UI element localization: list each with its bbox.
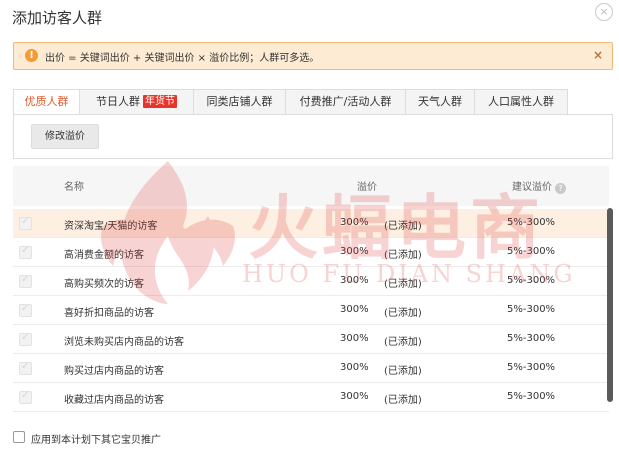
- column-header-name: 名称: [64, 182, 84, 193]
- table-row[interactable]: 喜好折扣商品的访客 300% (已添加) 5%-300%: [13, 296, 609, 325]
- added-status: (已添加): [384, 221, 422, 232]
- row-checkbox[interactable]: [19, 216, 32, 230]
- audience-name: 购买过店内商品的访客: [64, 366, 164, 377]
- added-status: (已添加): [384, 366, 422, 377]
- tab-label: 优质人群: [24, 95, 69, 108]
- tab-similar-shop-audience[interactable]: 同类店铺人群: [193, 89, 286, 115]
- column-header-suggest-label: 建议溢价: [512, 182, 552, 193]
- table-scrollbar[interactable]: [607, 208, 613, 402]
- premium-value: 300%: [340, 246, 369, 257]
- tab-holiday-audience[interactable]: 节日人群 年货节: [79, 89, 194, 115]
- suggested-premium: 5%-300%: [507, 362, 556, 373]
- audience-name: 浏览未购买店内商品的访客: [64, 337, 184, 348]
- help-icon[interactable]: ?: [555, 183, 566, 194]
- suggested-premium: 5%-300%: [507, 391, 556, 402]
- row-checkbox[interactable]: [19, 332, 32, 346]
- close-icon[interactable]: ×: [595, 3, 613, 21]
- table-row[interactable]: 购买过店内商品的访客 300% (已添加) 5%-300%: [13, 354, 609, 383]
- table-header: 名称 溢价 建议溢价?: [13, 166, 609, 206]
- audience-name: 高购买频次的访客: [64, 279, 144, 290]
- table-row[interactable]: 浏览未购买店内商品的访客 300% (已添加) 5%-300%: [13, 325, 609, 354]
- table-row[interactable]: 资深淘宝/天猫的访客 300% (已添加) 5%-300%: [13, 209, 609, 238]
- add-visitor-audience-dialog: 添加访客人群 × ! 出价 = 关键词出价 + 关键词出价 × 溢价比例；人群可…: [0, 0, 619, 466]
- premium-value: 300%: [340, 217, 369, 228]
- premium-value: 300%: [340, 304, 369, 315]
- tab-label: 付费推广/活动人群: [299, 95, 392, 108]
- tab-label: 同类店铺人群: [206, 95, 273, 108]
- tab-paid-promotion-audience[interactable]: 付费推广/活动人群: [285, 89, 406, 115]
- added-status: (已添加): [384, 250, 422, 261]
- suggested-premium: 5%-300%: [507, 304, 556, 315]
- tab-label: 人口属性人群: [488, 95, 554, 108]
- added-status: (已添加): [384, 308, 422, 319]
- dialog-title: 添加访客人群: [12, 9, 103, 27]
- tab-demographic-audience[interactable]: 人口属性人群: [474, 89, 568, 115]
- apply-checkbox[interactable]: [13, 431, 25, 443]
- added-status: (已添加): [384, 395, 422, 406]
- premium-value: 300%: [340, 362, 369, 373]
- added-status: (已添加): [384, 337, 422, 348]
- table-row[interactable]: 高消费金额的访客 300% (已添加) 5%-300%: [13, 238, 609, 267]
- row-checkbox[interactable]: [19, 245, 32, 259]
- column-header-suggest: 建议溢价?: [512, 178, 566, 194]
- audience-table: 名称 溢价 建议溢价? 资深淘宝/天猫的访客 300% (已添加) 5%-300…: [13, 166, 609, 416]
- premium-value: 300%: [340, 391, 369, 402]
- audience-name: 高消费金额的访客: [64, 250, 144, 261]
- table-body: 资深淘宝/天猫的访客 300% (已添加) 5%-300% 高消费金额的访客 3…: [13, 209, 609, 412]
- column-header-premium: 溢价: [357, 182, 377, 193]
- tab-quality-audience[interactable]: 优质人群: [13, 89, 80, 116]
- row-checkbox[interactable]: [19, 274, 32, 288]
- modify-premium-button[interactable]: 修改溢价: [31, 124, 99, 149]
- warning-icon: !: [25, 49, 38, 62]
- table-row[interactable]: 高购买频次的访客 300% (已添加) 5%-300%: [13, 267, 609, 296]
- tab-label: 节日人群: [96, 95, 140, 108]
- row-checkbox[interactable]: [19, 390, 32, 404]
- notice-banner: ! 出价 = 关键词出价 + 关键词出价 × 溢价比例；人群可多选。 ×: [13, 42, 613, 70]
- apply-label: 应用到本计划下其它宝贝推广: [31, 435, 161, 446]
- suggested-premium: 5%-300%: [507, 217, 556, 228]
- row-checkbox[interactable]: [19, 303, 32, 317]
- audience-name: 喜好折扣商品的访客: [64, 308, 154, 319]
- audience-name: 收藏过店内商品的访客: [64, 395, 164, 406]
- audience-name: 资深淘宝/天猫的访客: [64, 221, 158, 232]
- tab-label: 天气人群: [418, 95, 462, 108]
- new-year-badge: 年货节: [143, 95, 177, 108]
- added-status: (已添加): [384, 279, 422, 290]
- notice-text: 出价 = 关键词出价 + 关键词出价 × 溢价比例；人群可多选。: [45, 53, 320, 64]
- row-checkbox[interactable]: [19, 361, 32, 375]
- suggested-premium: 5%-300%: [507, 275, 556, 286]
- suggested-premium: 5%-300%: [507, 333, 556, 344]
- tab-weather-audience[interactable]: 天气人群: [405, 89, 475, 115]
- tab-toolbar: 修改溢价: [13, 114, 613, 159]
- suggested-premium: 5%-300%: [507, 246, 556, 257]
- notice-close-icon[interactable]: ×: [593, 48, 603, 62]
- premium-value: 300%: [340, 275, 369, 286]
- premium-value: 300%: [340, 333, 369, 344]
- table-row[interactable]: 收藏过店内商品的访客 300% (已添加) 5%-300%: [13, 383, 609, 412]
